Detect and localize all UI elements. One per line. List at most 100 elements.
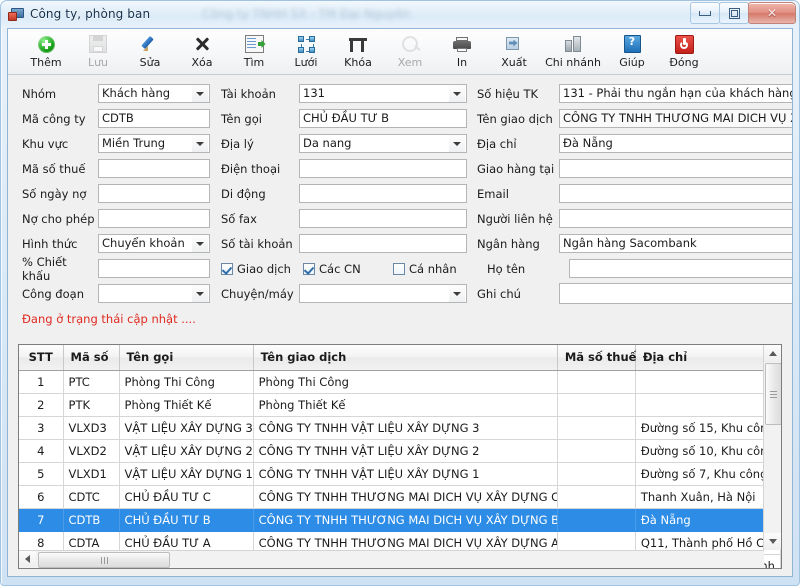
field-ten-goi[interactable]: CHỦ ĐẦU TƯ B <box>299 109 467 128</box>
toolbar-print[interactable]: In <box>436 31 488 74</box>
checkbox-giao-dich[interactable]: Giao dịch <box>221 262 303 276</box>
field-so-fax[interactable] <box>299 209 467 228</box>
label-dia-chi: Địa chỉ <box>477 136 517 151</box>
horizontal-scroll-thumb[interactable] <box>38 552 170 568</box>
checkbox-giao-dich-label: Giao dịch <box>237 261 291 276</box>
title-bar[interactable]: Công ty, phòng ban Công ty TNHH SX - TM … <box>1 1 799 27</box>
grid-horizontal-scrollbar[interactable] <box>19 550 764 568</box>
cell-ma-so-thue <box>557 416 636 440</box>
table-row[interactable]: 4 VLXD2 VẬT LIỆU XÂY DỰNG 2 CÔNG TY TNHH… <box>19 439 781 463</box>
toolbar-help[interactable]: Giúp <box>606 31 658 74</box>
grid-col-ma-so-thue[interactable]: Mã số thuế <box>557 345 636 371</box>
toolbar-save[interactable]: Lưu <box>72 31 124 74</box>
field-so-ngay-no[interactable] <box>98 184 210 203</box>
field-hinh-thuc[interactable]: Chuyển khoản <box>98 234 210 253</box>
field-giao-hang-tai[interactable] <box>559 159 792 178</box>
field-ngan-hang[interactable]: Ngân hàng Sacombank <box>559 234 792 253</box>
field-so-hieu-tk[interactable]: 131 - Phải thu ngắn hạn của khách hàng <box>559 84 792 103</box>
window-title: Công ty, phòng ban <box>30 7 151 21</box>
field-khu-vuc[interactable]: Miền Trung <box>98 134 210 153</box>
toolbar-branch[interactable]: Chi nhánh <box>540 31 606 74</box>
cell-dia-chi: Đường số 10, Khu công ng <box>635 439 781 463</box>
minimize-button[interactable] <box>690 2 720 24</box>
toolbar-edit[interactable]: Sửa <box>124 31 176 74</box>
checkbox-icon <box>221 262 233 275</box>
field-so-tai-khoan[interactable] <box>299 234 467 253</box>
cell-ten-giao-dich: CÔNG TY TNHH THƯƠNG MAI DICH VỤ XÂY DỰNG… <box>253 508 558 532</box>
toolbar-preview[interactable]: Xem <box>384 31 436 74</box>
field-email[interactable] <box>559 184 792 203</box>
checkbox-cac-cn[interactable]: Các CN <box>303 262 393 276</box>
grid-col-dia-chi[interactable]: Địa chỉ <box>635 345 781 371</box>
field-ma-cong-ty[interactable]: CDTB <box>98 109 210 128</box>
cell-ten-goi: CHỦ ĐẦU TƯ B <box>119 508 254 532</box>
field-ma-so-thue[interactable] <box>98 159 210 178</box>
field-ghi-chu[interactable] <box>559 283 792 304</box>
vertical-scroll-thumb[interactable] <box>765 363 781 425</box>
field-ho-ten[interactable] <box>569 259 792 278</box>
field-ten-giao-dich[interactable]: CÔNG TY TNHH THƯƠNG MAI DICH VỤ XÂY DỰNG… <box>559 109 792 128</box>
toolbar-grid[interactable]: Lưới <box>280 31 332 74</box>
grid-vertical-scrollbar[interactable] <box>763 345 781 550</box>
checkbox-ca-nhan[interactable]: Cá nhân <box>393 262 473 276</box>
table-row-selected[interactable]: 7 CDTB CHỦ ĐẦU TƯ B CÔNG TY TNHH THƯƠNG … <box>19 508 781 532</box>
cell-ten-giao-dich: CÔNG TY TNHH THƯƠNG MAI DICH VỤ XÂY DỰNG… <box>253 485 558 509</box>
toolbar-add[interactable]: Thêm <box>20 31 72 74</box>
cell-ma-so: VLXD2 <box>63 439 120 463</box>
table-row[interactable]: 2 PTK Phòng Thiết Kế Phòng Thiết Kế <box>19 393 781 417</box>
table-row[interactable]: 1 PTC Phòng Thi Công Phòng Thi Công <box>19 370 781 394</box>
toolbar-find[interactable]: Tìm <box>228 31 280 74</box>
cell-stt: 2 <box>19 393 64 417</box>
grid-col-stt[interactable]: STT <box>19 345 64 371</box>
field-khu-vuc-value: Miền Trung <box>102 136 166 150</box>
field-dien-thoai[interactable] <box>299 159 467 178</box>
toolbar-print-label: In <box>456 56 468 69</box>
toolbar-help-label: Giúp <box>619 56 645 69</box>
field-chuyen-may[interactable] <box>299 284 467 303</box>
close-button[interactable]: ✕ <box>748 2 796 24</box>
label-email: Email <box>477 186 509 201</box>
toolbar-edit-label: Sửa <box>139 56 161 69</box>
table-row[interactable]: 5 VLXD1 VẬT LIỆU XÂY DỰNG 1 CÔNG TY TNHH… <box>19 462 781 486</box>
chevron-down-icon[interactable] <box>448 285 465 302</box>
checkbox-ca-nhan-label: Cá nhân <box>409 261 457 276</box>
grid-col-ten-goi[interactable]: Tên gọi <box>119 345 254 371</box>
form-row-3: Khu vực Miền Trung Địa lý Da nang Địa ch… <box>22 131 792 156</box>
field-nhom[interactable]: Khách hàng <box>98 84 210 103</box>
chevron-down-icon[interactable] <box>191 285 208 302</box>
chevron-down-icon[interactable] <box>448 85 465 102</box>
field-di-dong[interactable] <box>299 184 467 203</box>
chevron-down-icon[interactable] <box>191 235 208 252</box>
form-row-5: Số ngày nợ Di động Email <box>22 181 792 206</box>
label-chiet-khau: % Chiết khấu <box>22 254 67 283</box>
toolbar-delete[interactable]: Xóa <box>176 31 228 74</box>
table-row[interactable]: 6 CDTC CHỦ ĐẦU TƯ C CÔNG TY TNHH THƯƠNG … <box>19 485 781 509</box>
field-dia-ly[interactable]: Da nang <box>299 134 467 153</box>
toolbar-lock[interactable]: Khóa <box>332 31 384 74</box>
chevron-down-icon[interactable] <box>191 85 208 102</box>
grid-col-ten-giao-dich[interactable]: Tên giao dịch <box>253 345 558 371</box>
checkbox-cac-cn-label: Các CN <box>319 261 361 276</box>
table-row[interactable]: 3 VLXD3 VẬT LIỆU XÂY DỰNG 3 CÔNG TY TNHH… <box>19 416 781 440</box>
cell-ma-so-thue <box>557 370 636 394</box>
toolbar-close[interactable]: Đóng <box>658 31 710 74</box>
scroll-left-icon[interactable] <box>19 551 36 567</box>
chevron-down-icon[interactable] <box>448 135 465 152</box>
scroll-down-icon[interactable] <box>764 533 781 550</box>
field-dia-chi[interactable]: Đà Nẵng <box>559 134 792 153</box>
grid-col-ma-so[interactable]: Mã số <box>63 345 120 371</box>
company-grid[interactable]: STT Mã số Tên gọi Tên giao dịch Mã số th… <box>18 344 782 569</box>
chevron-down-icon[interactable] <box>191 135 208 152</box>
field-cong-doan[interactable] <box>98 284 210 303</box>
field-no-cho-phep[interactable] <box>98 209 210 228</box>
toolbar-export[interactable]: Xuất <box>488 31 540 74</box>
field-tai-khoan[interactable]: 131 <box>299 84 467 103</box>
field-chiet-khau[interactable] <box>98 259 210 278</box>
maximize-button[interactable] <box>719 2 749 24</box>
field-nguoi-lien-he[interactable] <box>559 209 792 228</box>
label-chuyen-may: Chuyện/máy <box>221 286 294 301</box>
status-message: Đang ở trạng thái cập nhật .... <box>8 306 792 331</box>
branch-building-icon <box>562 34 584 54</box>
grid-table: STT Mã số Tên gọi Tên giao dịch Mã số th… <box>19 345 781 568</box>
scroll-up-icon[interactable] <box>764 345 781 362</box>
